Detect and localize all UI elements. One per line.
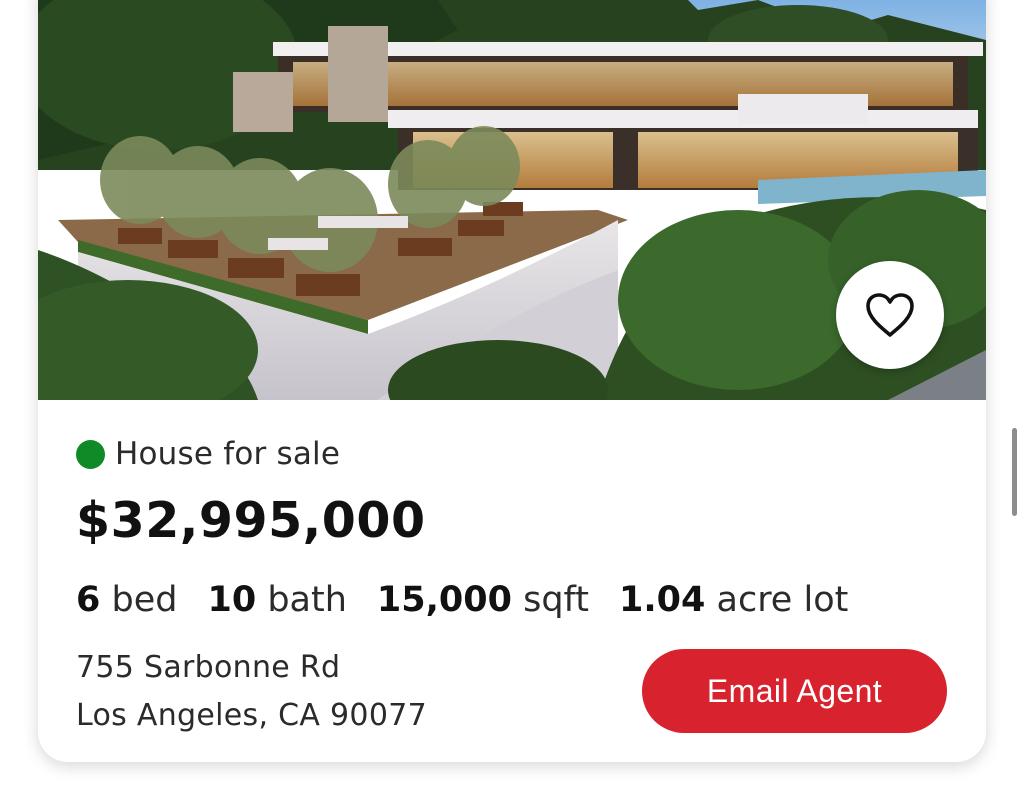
page-scrollbar[interactable] [1012,428,1017,516]
email-agent-button[interactable]: Email Agent [642,649,947,733]
address-line-street: 755 Sarbonne Rd [76,650,341,685]
spec-sqft-value: 15,000 [376,580,512,620]
listing-card[interactable]: House for sale $32,995,000 6 bed 10 bath… [38,0,986,762]
spec-baths: 10 bath [207,580,346,620]
spec-lot-value: 1.04 [619,580,706,620]
spec-sqft-unit: sqft [523,580,589,620]
spec-beds-unit: bed [111,580,178,620]
spec-lot-unit: acre lot [716,580,849,620]
listing-price: $32,995,000 [76,492,426,549]
spec-beds: 6 bed [76,580,177,620]
listing-photo[interactable] [38,0,986,400]
status-dot-icon [76,439,105,469]
spec-lot: 1.04 acre lot [619,580,848,620]
spec-beds-value: 6 [76,580,101,620]
heart-outline-icon [866,293,914,337]
address-line-city: Los Angeles, CA 90077 [76,698,427,733]
status-label: House for sale [115,436,341,472]
listing-specs: 6 bed 10 bath 15,000 sqft 1.04 acre lot [76,580,848,620]
favorite-button[interactable] [836,261,944,369]
listing-details: House for sale $32,995,000 6 bed 10 bath… [38,400,986,762]
spec-baths-unit: bath [267,580,347,620]
spec-sqft: 15,000 sqft [377,580,589,620]
listing-status: House for sale [76,436,340,472]
listing-address[interactable]: 755 Sarbonne Rd Los Angeles, CA 90077 [76,644,427,740]
listing-page: House for sale $32,995,000 6 bed 10 bath… [0,0,1024,785]
spec-baths-value: 10 [207,580,257,620]
